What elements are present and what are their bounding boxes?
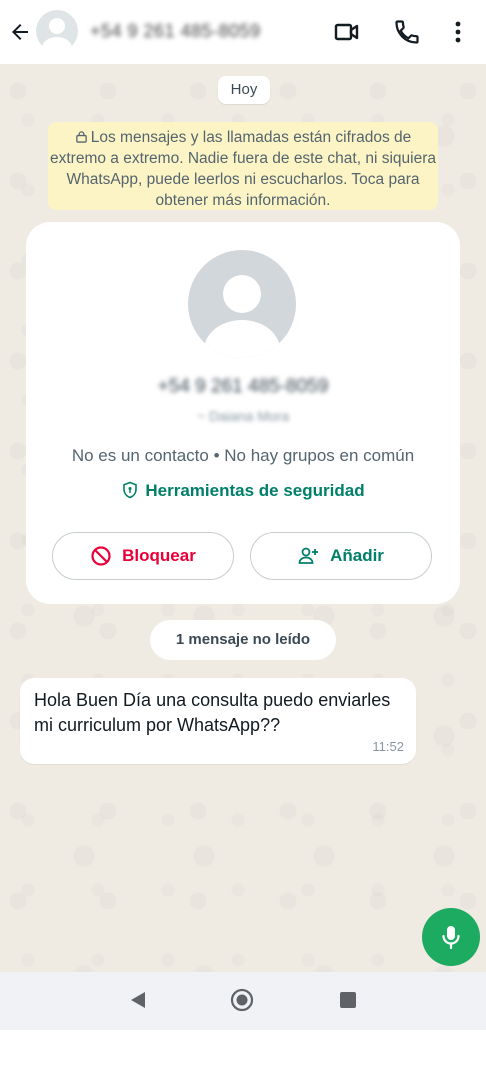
encryption-notice[interactable]: Los mensajes y las llamadas están cifrad… bbox=[48, 122, 438, 210]
back-arrow-icon[interactable] bbox=[8, 20, 32, 44]
block-label: Bloquear bbox=[122, 546, 196, 565]
nav-back-icon[interactable] bbox=[128, 990, 148, 1010]
mic-icon bbox=[442, 926, 460, 950]
security-tools-link[interactable]: Herramientas de seguridad bbox=[26, 481, 460, 501]
add-label: Añadir bbox=[330, 546, 384, 565]
contact-title[interactable]: +54 9 261 485-8059 bbox=[90, 21, 261, 42]
voice-call-icon[interactable] bbox=[393, 18, 421, 46]
block-button[interactable]: Bloquear bbox=[52, 532, 234, 580]
nav-home-icon[interactable] bbox=[230, 988, 254, 1012]
chat-header: +54 9 261 485-8059 bbox=[0, 0, 486, 64]
avatar[interactable] bbox=[36, 10, 78, 52]
add-person-icon bbox=[298, 547, 319, 564]
contact-avatar[interactable] bbox=[188, 250, 296, 358]
security-tools-label: Herramientas de seguridad bbox=[145, 481, 365, 500]
more-vert-icon[interactable] bbox=[444, 18, 472, 46]
message-text: Hola Buen Día una consulta puedo enviarl… bbox=[34, 690, 391, 735]
lock-icon bbox=[75, 131, 87, 143]
encryption-notice-text: Los mensajes y las llamadas están cifrad… bbox=[50, 129, 436, 209]
message-time: 11:52 bbox=[372, 739, 404, 754]
bottom-blank-area bbox=[0, 1030, 486, 1080]
contact-info-card: +54 9 261 485-8059 ~ Daiana Mora No es u… bbox=[26, 222, 460, 604]
video-call-icon[interactable] bbox=[333, 18, 361, 46]
nav-recents-icon[interactable] bbox=[340, 992, 356, 1008]
add-contact-button[interactable]: Añadir bbox=[250, 532, 432, 580]
chat-area[interactable]: Hoy Los mensajes y las llamadas están ci… bbox=[0, 64, 486, 1028]
mic-button[interactable] bbox=[422, 908, 480, 966]
system-nav-bar bbox=[0, 972, 486, 1030]
incoming-message[interactable]: Hola Buen Día una consulta puedo enviarl… bbox=[20, 678, 416, 764]
contact-info-text: No es un contacto • No hay grupos en com… bbox=[71, 446, 415, 465]
date-label: Hoy bbox=[218, 76, 270, 104]
shield-icon bbox=[123, 481, 138, 499]
unread-messages-divider: 1 mensaje no leído bbox=[150, 620, 336, 660]
block-icon bbox=[91, 546, 111, 566]
contact-phone: +54 9 261 485-8059 bbox=[157, 376, 329, 397]
contact-push-name: ~ Daiana Mora bbox=[196, 408, 290, 424]
